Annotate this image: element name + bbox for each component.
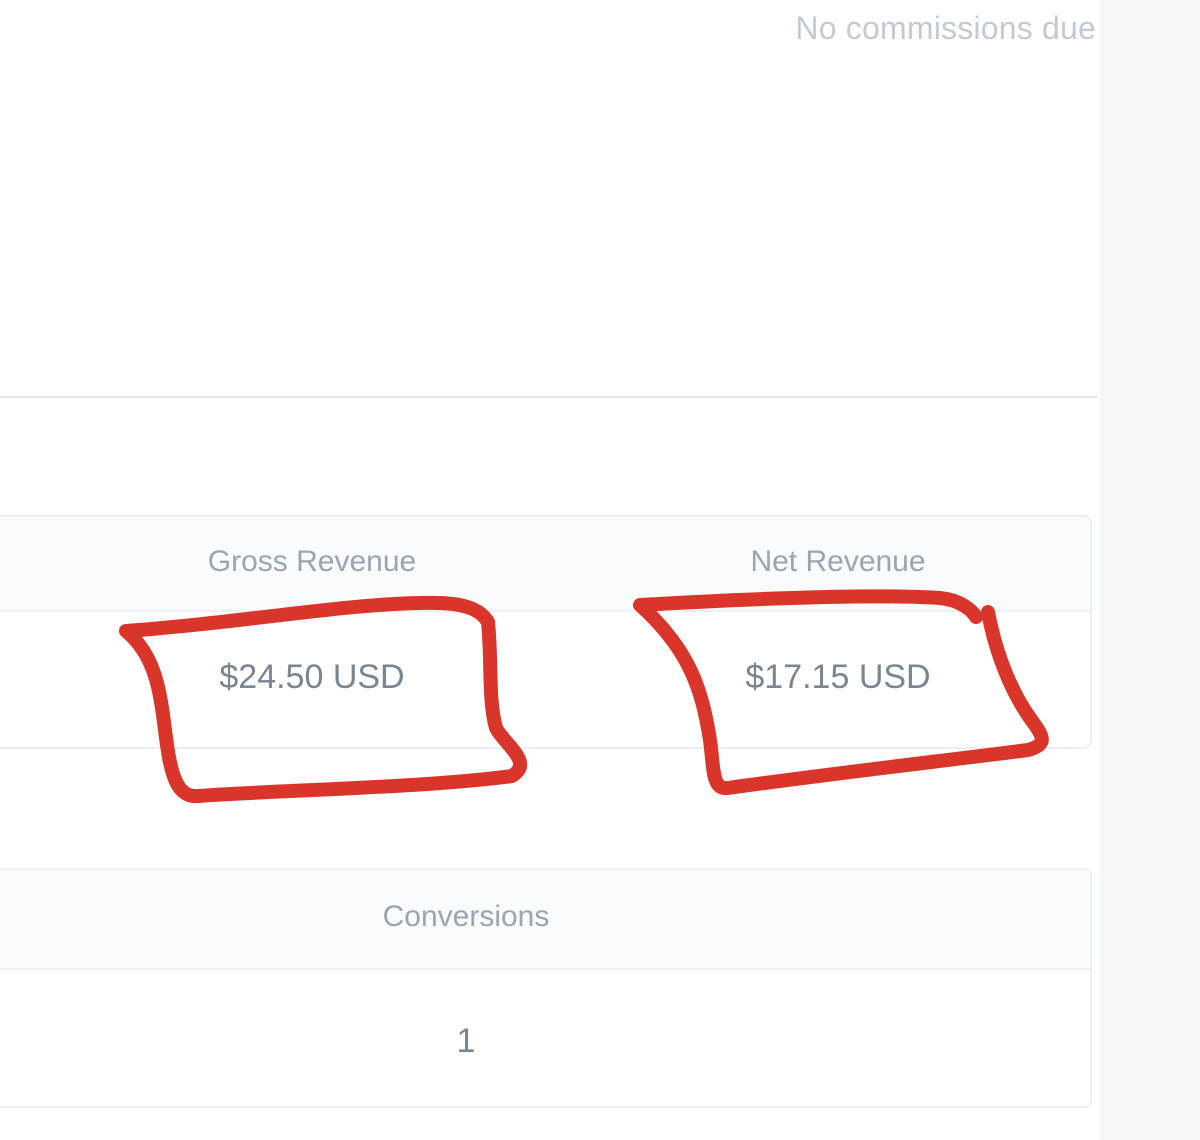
conversions-header: Conversions <box>382 900 550 933</box>
revenue-table-row: $24.50 USD $17.15 USD <box>0 612 1090 747</box>
commissions-status-text: No commissions due <box>795 10 1096 46</box>
conversions-table: Conversions 1 <box>0 868 1092 1108</box>
revenue-table-header: Gross Revenue Net Revenue <box>0 517 1090 612</box>
conversions-table-header: Conversions <box>0 870 1090 970</box>
conversions-table-row: 1 <box>0 970 1090 1106</box>
gross-revenue-header: Gross Revenue <box>207 545 417 578</box>
revenue-table: Gross Revenue Net Revenue $24.50 USD $17… <box>0 515 1092 749</box>
net-revenue-value: $17.15 USD <box>745 658 931 696</box>
right-gutter <box>1100 0 1200 1140</box>
net-revenue-header: Net Revenue <box>750 545 926 578</box>
section-divider <box>0 396 1098 398</box>
gross-revenue-value: $24.50 USD <box>219 658 405 696</box>
conversions-value: 1 <box>456 1022 476 1060</box>
